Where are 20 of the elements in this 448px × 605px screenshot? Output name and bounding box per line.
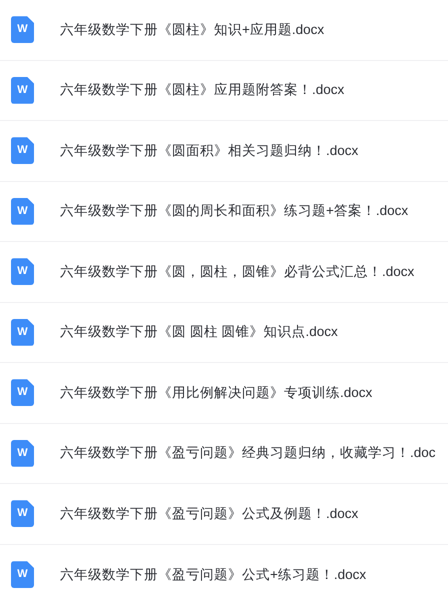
- file-name[interactable]: 六年级数学下册《圆柱》应用题附答案！.docx: [60, 80, 344, 100]
- document-icon: W: [11, 440, 34, 467]
- file-name[interactable]: 六年级数学下册《圆的周长和面积》练习题+答案！.docx: [60, 201, 408, 222]
- document-icon: W: [11, 318, 34, 346]
- file-name[interactable]: 六年级数学下册《圆，圆柱，圆锥》必背公式汇总！.docx: [60, 262, 414, 282]
- document-icon: W: [11, 137, 34, 164]
- file-name[interactable]: 六年级数学下册《盈亏问题》经典习题归纳，收藏学习！.doc: [60, 443, 436, 464]
- document-icon: W: [11, 379, 34, 406]
- document-icon: W: [11, 198, 34, 225]
- file-name[interactable]: 六年级数学下册《盈亏问题》公式+练习题！.docx: [60, 564, 366, 585]
- file-name[interactable]: 六年级数学下册《圆 圆柱 圆锥》知识点.docx: [60, 322, 338, 342]
- file-name[interactable]: 六年级数学下册《盈亏问题》公式及例题！.docx: [60, 504, 358, 524]
- document-icon: W: [11, 76, 34, 104]
- file-name[interactable]: 六年级数学下册《圆面积》相关习题归纳！.docx: [60, 140, 358, 161]
- file-name[interactable]: 六年级数学下册《圆柱》知识+应用题.docx: [60, 20, 324, 40]
- document-icon: W: [11, 561, 34, 588]
- document-icon: W: [11, 16, 34, 44]
- document-icon: W: [11, 500, 34, 528]
- document-icon: W: [11, 258, 34, 286]
- file-name[interactable]: 六年级数学下册《用比例解决问题》专项训练.docx: [60, 382, 372, 403]
